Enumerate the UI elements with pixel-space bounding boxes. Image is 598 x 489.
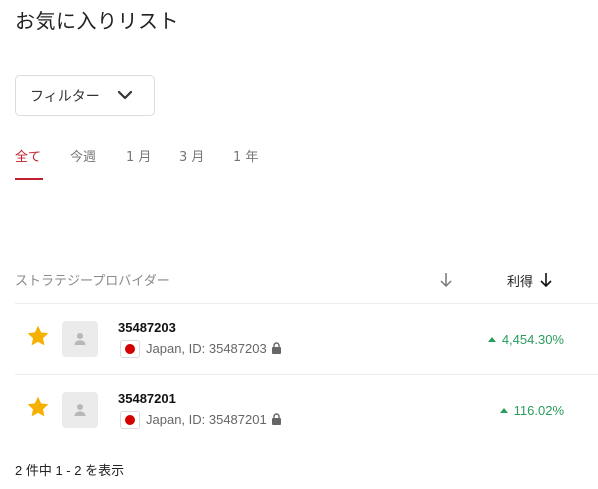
filter-dropdown[interactable]: フィルター — [15, 75, 155, 116]
page-title: お気に入りリスト — [15, 9, 179, 33]
profit-value: 116.02% — [499, 403, 564, 418]
arrow-up-icon — [499, 408, 508, 413]
table-row[interactable]: 35487201 Japan, ID: 35487201 116.02% — [0, 375, 598, 445]
chevron-down-icon — [117, 90, 133, 100]
favorites-page: お気に入りリスト フィルター 全て 今週 1 月 3 月 1 年 ストラテジープ… — [0, 0, 598, 489]
provider-meta: Japan, ID: 35487203 — [146, 341, 282, 356]
column-header-profit[interactable]: 利得 — [507, 271, 533, 290]
tab-3-month[interactable]: 3 月 — [179, 146, 204, 165]
arrow-up-icon — [487, 337, 496, 342]
lock-icon — [271, 413, 281, 425]
user-icon — [74, 404, 86, 416]
star-icon[interactable] — [26, 395, 50, 419]
pagination-summary: 2 件中 1 - 2 を表示 — [15, 463, 125, 478]
japan-flag-icon — [120, 340, 140, 358]
profit-text: 4,454.30% — [501, 332, 564, 347]
provider-meta-text: Japan, ID: 35487201 — [146, 412, 267, 427]
lock-icon — [271, 342, 281, 354]
star-icon[interactable] — [26, 324, 50, 348]
tab-1-year[interactable]: 1 年 — [233, 146, 258, 165]
table-row[interactable]: 35487203 Japan, ID: 35487203 4,454.30% — [0, 304, 598, 374]
active-tab-indicator — [15, 178, 43, 180]
tab-1-month[interactable]: 1 月 — [126, 146, 151, 165]
profit-text: 116.02% — [513, 403, 564, 418]
avatar — [62, 392, 98, 428]
provider-meta-text: Japan, ID: 35487203 — [146, 341, 267, 356]
filter-label: フィルター — [30, 88, 100, 105]
sort-arrow-down-icon[interactable] — [439, 272, 453, 288]
provider-name[interactable]: 35487201 — [118, 391, 176, 406]
avatar — [62, 321, 98, 357]
tab-all[interactable]: 全て — [15, 146, 41, 165]
sort-arrow-down-icon[interactable] — [539, 272, 553, 288]
provider-name[interactable]: 35487203 — [118, 320, 176, 335]
column-header-provider: ストラテジープロバイダー — [15, 274, 170, 289]
japan-flag-icon — [120, 411, 140, 429]
provider-meta: Japan, ID: 35487201 — [146, 412, 282, 427]
user-icon — [74, 333, 86, 345]
profit-value: 4,454.30% — [487, 332, 564, 347]
tab-week[interactable]: 今週 — [70, 146, 96, 165]
